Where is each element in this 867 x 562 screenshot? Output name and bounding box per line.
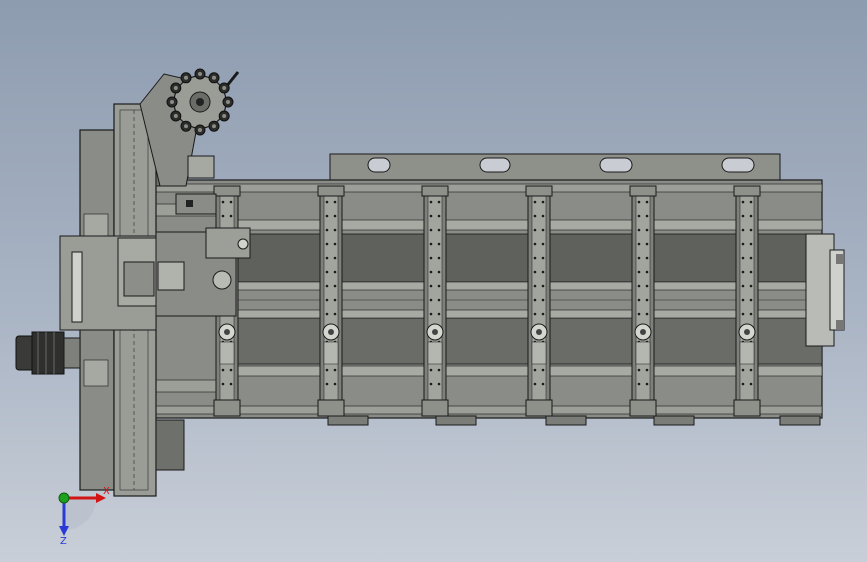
z-axis-label: Z [60, 536, 67, 547]
orientation-triad[interactable]: X Z [0, 0, 867, 562]
z-arrowhead-icon [59, 526, 69, 536]
cad-viewport[interactable]: X Z [0, 0, 867, 562]
y-axis-dot [58, 492, 70, 504]
x-axis-label: X [103, 486, 110, 497]
triad-plane [64, 498, 96, 530]
